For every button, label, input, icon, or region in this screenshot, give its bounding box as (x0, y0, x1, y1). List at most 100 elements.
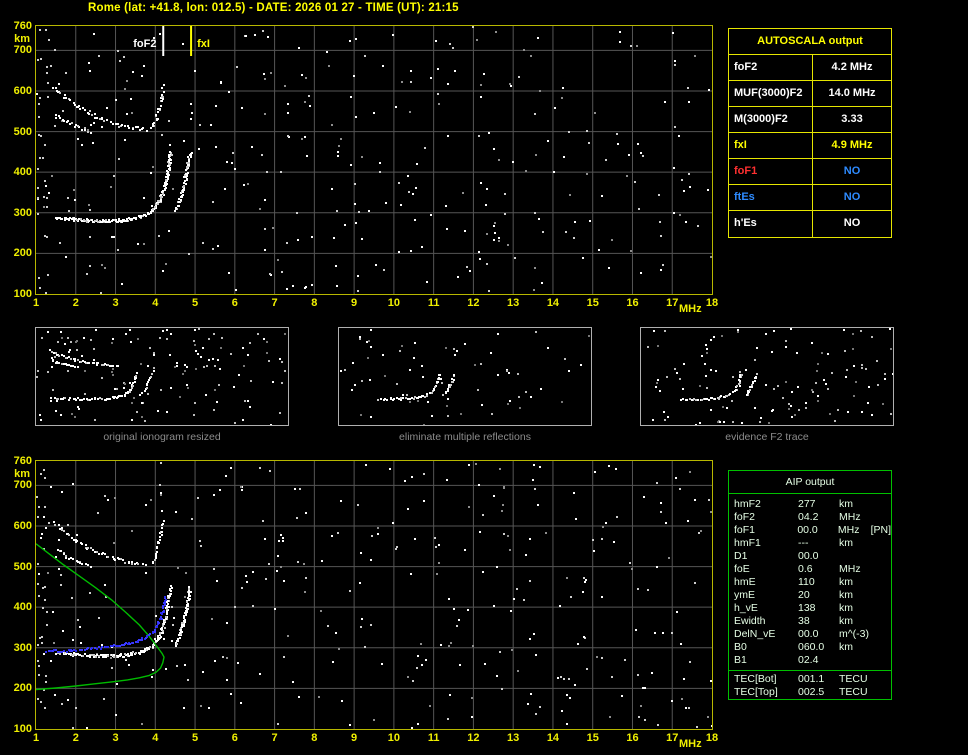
fof2-marker-label: foF2 (133, 38, 156, 50)
autoscala-row: fxI4.9 MHz (729, 133, 891, 159)
aip-row: DelN_vE00.0m^(-3) (729, 628, 891, 641)
y-axis-unit: km (2, 468, 30, 480)
echo-trace-layer (53, 520, 192, 658)
autoscala-row: foF1NO (729, 159, 891, 185)
y-tick-label: 300 (2, 207, 32, 219)
aip-value: 277 (798, 498, 835, 511)
autoscala-row-value: NO (813, 211, 891, 237)
y-tick-label: 400 (2, 166, 32, 178)
autoscala-row: foF24.2 MHz (729, 55, 891, 81)
x-tick-label: 1 (25, 297, 47, 309)
y-tick-label: 200 (2, 682, 32, 694)
x-tick-label: 8 (303, 297, 325, 309)
aip-row: B102.4 (729, 654, 891, 667)
electron-density-profile (36, 544, 164, 690)
aip-label: ymE (734, 589, 798, 602)
x-axis-unit: MHz (679, 738, 702, 750)
aip-extra: [PN] (868, 524, 891, 537)
aip-label: hmF2 (734, 498, 798, 511)
autoscala-row-value: 4.2 MHz (813, 55, 891, 80)
x-tick-label: 18 (701, 297, 723, 309)
aip-extra (869, 654, 872, 667)
thumbnail-original-canvas (36, 328, 288, 425)
autoscala-row-label: ftEs (729, 185, 813, 210)
x-tick-label: 5 (184, 297, 206, 309)
autoscala-row: M(3000)F23.33 (729, 107, 891, 133)
aip-label: B1 (734, 654, 798, 667)
autoscala-row-label: fxI (729, 133, 813, 158)
aip-value: --- (798, 537, 835, 550)
y-tick-label: 500 (2, 126, 32, 138)
aip-extra (869, 537, 872, 550)
x-tick-label: 6 (224, 732, 246, 744)
x-tick-label: 10 (383, 297, 405, 309)
thumbnail-caption-original: original ionogram resized (35, 431, 289, 443)
y-tick-label: 400 (2, 601, 32, 613)
thumbnail-multiple-reflections (338, 327, 592, 426)
aip-row: TEC[Bot]001.1TECU (729, 673, 891, 686)
aip-label: Ewidth (734, 615, 798, 628)
noise-layer (36, 462, 712, 729)
aip-label: DelN_vE (734, 628, 798, 641)
aip-label: foF2 (734, 511, 798, 524)
aip-unit: m^(-3) (835, 628, 869, 641)
x-tick-label: 16 (621, 297, 643, 309)
aip-extra (869, 628, 872, 641)
aip-value: 0.6 (798, 563, 835, 576)
aip-value: 00.0 (798, 628, 835, 641)
page-title: Rome (lat: +41.8, lon: 012.5) - DATE: 20… (88, 2, 459, 14)
aip-unit: km (835, 576, 869, 589)
aip-extra (869, 673, 872, 686)
y-axis-unit: km (2, 33, 30, 45)
autoscala-row-value: NO (813, 185, 891, 210)
aip-extra (869, 602, 872, 615)
aip-unit: TECU (835, 686, 869, 699)
aip-unit: km (835, 602, 869, 615)
aip-unit (835, 654, 869, 667)
autoscala-table-rows: foF24.2 MHzMUF(3000)F214.0 MHzM(3000)F23… (729, 55, 891, 237)
aip-unit: km (835, 615, 869, 628)
y-tick-label: 300 (2, 642, 32, 654)
autoscala-row-value: 4.9 MHz (813, 133, 891, 158)
x-axis-unit: MHz (679, 303, 702, 315)
grid-layer (36, 461, 712, 729)
mini-trace-layer (680, 373, 758, 401)
noise-layer (36, 328, 286, 425)
aip-value: 00.0 (798, 550, 835, 563)
y-tick-label: 600 (2, 520, 32, 532)
autoscala-row: ftEsNO (729, 185, 891, 211)
autoscala-row: h'EsNO (729, 211, 891, 237)
thumbnail-caption-reflections: eliminate multiple reflections (338, 431, 592, 443)
aip-extra (869, 550, 872, 563)
marker-layer: foF2 fxI (133, 26, 210, 56)
fxi-marker-label: fxI (197, 38, 210, 50)
aip-row: hmF1---km (729, 537, 891, 550)
aip-label: h_vE (734, 602, 798, 615)
y-tick-label: 700 (2, 44, 32, 56)
top-ionogram-plot: foF2 fxI (35, 25, 713, 295)
aip-extra (869, 576, 872, 589)
aip-value: 001.1 (798, 673, 835, 686)
aip-unit: km (835, 641, 869, 654)
aip-unit: MHz (834, 524, 868, 537)
aip-unit: MHz (835, 511, 869, 524)
x-tick-label: 8 (303, 732, 325, 744)
x-tick-label: 12 (462, 732, 484, 744)
thumbnail-original-ionogram (35, 327, 289, 426)
x-tick-label: 7 (264, 732, 286, 744)
autoscala-row-label: foF1 (729, 159, 813, 184)
x-tick-label: 14 (542, 732, 564, 744)
aip-value: 04.2 (798, 511, 835, 524)
autoscala-row-value: NO (813, 159, 891, 184)
aip-unit: km (835, 498, 869, 511)
aip-table-rows: hmF2277kmfoF204.2MHzfoF100.0MHz[PN]hmF1-… (729, 494, 891, 667)
mini-trace-layer (49, 349, 153, 401)
x-tick-label: 2 (65, 732, 87, 744)
autoscala-row-value: 3.33 (813, 107, 891, 132)
tec-separator-line (729, 670, 891, 671)
aip-extra (869, 615, 872, 628)
aip-label: TEC[Bot] (734, 673, 798, 686)
aip-row: hmF2277km (729, 498, 891, 511)
x-tick-label: 3 (105, 732, 127, 744)
aip-row: ymE20km (729, 589, 891, 602)
